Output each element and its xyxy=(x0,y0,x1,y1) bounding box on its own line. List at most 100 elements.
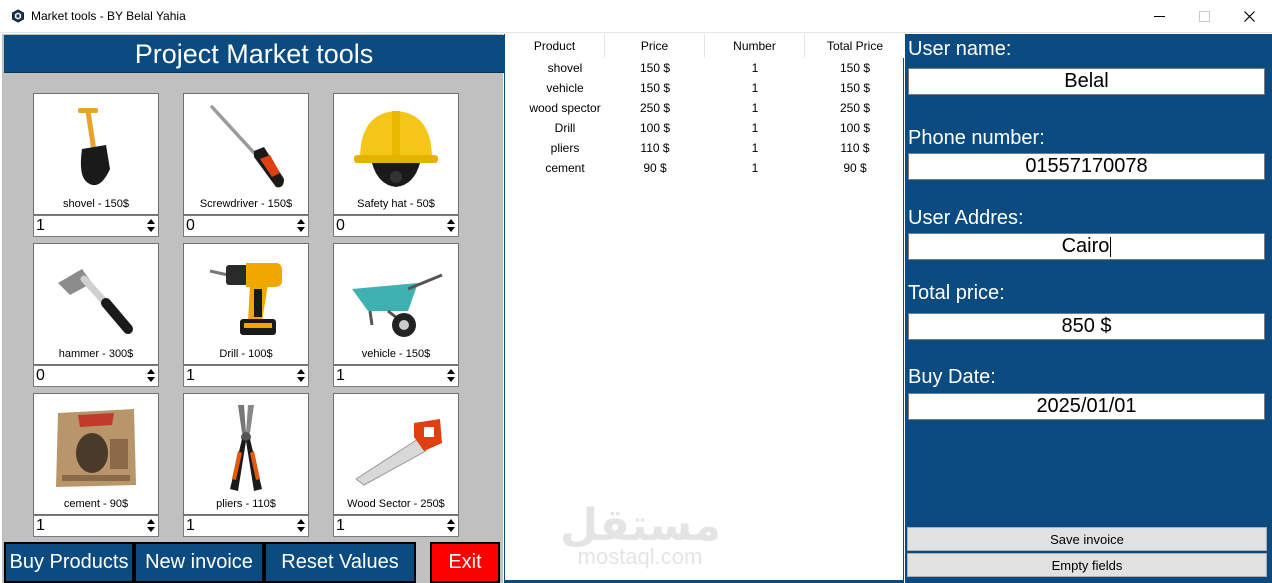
saw-icon xyxy=(355,418,442,486)
column-header-product[interactable]: Product xyxy=(505,34,605,58)
maximize-button[interactable] xyxy=(1181,0,1227,32)
cell-product: Drill xyxy=(554,121,576,135)
total-price-field[interactable]: 850 $ xyxy=(908,313,1265,340)
products-panel: Project Market tools shovel - 150$ Screw… xyxy=(2,34,504,583)
column-header-price[interactable]: Price xyxy=(605,34,705,58)
title-bar: Market tools - BY Belal Yahia xyxy=(0,0,1272,33)
spin-up-icon[interactable] xyxy=(145,217,157,226)
cell-price: 90 $ xyxy=(643,161,667,175)
spin-up-icon[interactable] xyxy=(445,217,457,226)
quantity-stepper-wood-sector[interactable] xyxy=(333,515,459,537)
quantity-input[interactable] xyxy=(186,367,290,385)
quantity-stepper-safety-hat[interactable] xyxy=(333,215,459,237)
empty-fields-button[interactable]: Empty fields xyxy=(907,553,1267,577)
reset-values-button[interactable]: Reset Values xyxy=(264,542,416,583)
phone-label: Phone number: xyxy=(908,127,1045,149)
product-card-wood-sector: Wood Sector - 250$ xyxy=(333,393,459,515)
column-header-total-price[interactable]: Total Price xyxy=(805,34,905,58)
buy-date-label: Buy Date: xyxy=(908,366,996,388)
spin-up-icon[interactable] xyxy=(445,367,457,376)
cell-total: 150 $ xyxy=(839,81,871,95)
address-field[interactable]: Cairo xyxy=(908,233,1265,260)
quantity-stepper-shovel[interactable] xyxy=(33,215,159,237)
cell-product: shovel xyxy=(547,61,583,75)
quantity-stepper-drill[interactable] xyxy=(183,365,309,387)
spin-down-icon[interactable] xyxy=(295,226,307,235)
user-name-field[interactable]: Belal xyxy=(908,68,1265,95)
watermark-latin: mostaql.com xyxy=(577,544,703,569)
header-band: Project Market tools xyxy=(4,35,504,73)
safety-hat-icon xyxy=(354,110,438,187)
buy-date-field[interactable]: 2025/01/01 xyxy=(908,393,1265,420)
cement-bag-icon xyxy=(56,408,136,487)
cell-total: 100 $ xyxy=(839,121,871,135)
spin-up-icon[interactable] xyxy=(145,367,157,376)
cell-total: 250 $ xyxy=(839,101,871,115)
quantity-input[interactable] xyxy=(36,367,140,385)
quantity-input[interactable] xyxy=(186,217,290,235)
quantity-input[interactable] xyxy=(186,517,290,535)
spin-up-icon[interactable] xyxy=(145,517,157,526)
spin-down-icon[interactable] xyxy=(445,526,457,535)
close-button[interactable] xyxy=(1226,0,1272,32)
spin-up-icon[interactable] xyxy=(295,217,307,226)
quantity-stepper-vehicle[interactable] xyxy=(333,365,459,387)
quantity-input[interactable] xyxy=(336,517,440,535)
cell-number: 1 xyxy=(751,121,759,135)
product-caption: shovel - 150$ xyxy=(62,198,130,210)
cell-product: vehicle xyxy=(546,81,584,95)
quantity-input[interactable] xyxy=(36,517,140,535)
total-price-label: Total price: xyxy=(908,282,1005,304)
cell-product: pliers xyxy=(550,141,580,155)
quantity-stepper-cement[interactable] xyxy=(33,515,159,537)
pliers-icon xyxy=(230,404,262,491)
product-card-safety-hat: Safety hat - 50$ xyxy=(333,93,459,215)
buy-products-button[interactable]: Buy Products xyxy=(4,542,134,583)
product-card-drill: Drill - 100$ xyxy=(183,243,309,365)
shovel-icon xyxy=(78,107,110,185)
spin-down-icon[interactable] xyxy=(145,526,157,535)
spin-down-icon[interactable] xyxy=(145,226,157,235)
cell-total: 90 $ xyxy=(843,161,867,175)
spin-down-icon[interactable] xyxy=(145,376,157,385)
save-invoice-button[interactable]: Save invoice xyxy=(907,527,1267,551)
spin-down-icon[interactable] xyxy=(445,376,457,385)
address-label: User Addres: xyxy=(908,207,1024,229)
user-name-label: User name: xyxy=(908,38,1012,60)
quantity-input[interactable] xyxy=(336,367,440,385)
app-icon xyxy=(12,9,24,23)
product-caption: cement - 90$ xyxy=(63,498,129,510)
cell-number: 1 xyxy=(751,101,759,115)
spin-up-icon[interactable] xyxy=(445,517,457,526)
customer-panel: User name: Belal Phone number: 015571700… xyxy=(905,34,1272,583)
spin-down-icon[interactable] xyxy=(445,226,457,235)
product-caption: pliers - 110$ xyxy=(216,498,276,510)
spin-up-icon[interactable] xyxy=(295,517,307,526)
spin-down-icon[interactable] xyxy=(295,526,307,535)
quantity-stepper-hammer[interactable] xyxy=(33,365,159,387)
column-header-number[interactable]: Number xyxy=(705,34,805,58)
cell-price: 110 $ xyxy=(640,141,670,155)
product-card-shovel: shovel - 150$ xyxy=(33,93,159,215)
exit-button[interactable]: Exit xyxy=(430,542,500,583)
maximize-icon xyxy=(1198,10,1210,22)
phone-field[interactable]: 01557170078 xyxy=(908,153,1265,180)
wheelbarrow-icon xyxy=(352,273,443,337)
spin-up-icon[interactable] xyxy=(295,367,307,376)
quantity-input[interactable] xyxy=(336,217,440,235)
cell-product: wood spector xyxy=(529,101,601,115)
quantity-stepper-screwdriver[interactable] xyxy=(183,215,309,237)
new-invoice-button[interactable]: New invoice xyxy=(134,542,264,583)
quantity-stepper-pliers[interactable] xyxy=(183,515,309,537)
product-card-pliers: pliers - 110$ xyxy=(183,393,309,515)
minimize-button[interactable] xyxy=(1136,0,1182,32)
cell-total: 150 $ xyxy=(839,61,871,75)
product-card-screwdriver: Screwdriver - 150$ xyxy=(183,93,309,215)
screwdriver-icon xyxy=(210,104,284,187)
cell-price: 150 $ xyxy=(639,81,671,95)
text-caret xyxy=(1110,236,1112,257)
hammer-icon xyxy=(58,268,133,334)
product-caption: Drill - 100$ xyxy=(219,348,273,360)
spin-down-icon[interactable] xyxy=(295,376,307,385)
quantity-input[interactable] xyxy=(36,217,140,235)
